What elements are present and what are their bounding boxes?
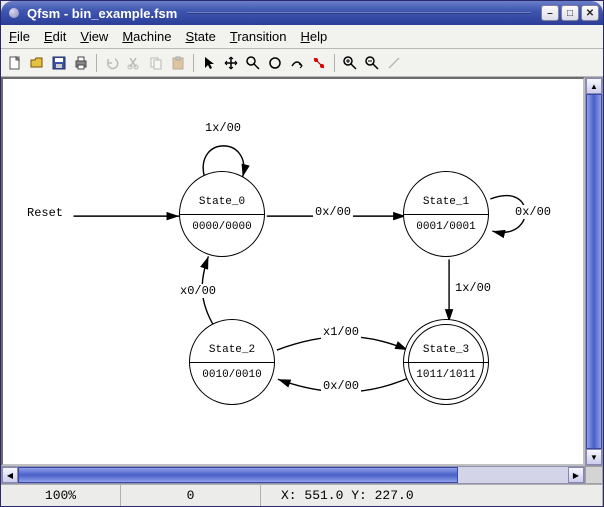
save-button[interactable]: [49, 53, 69, 73]
zoom-out-button[interactable]: [362, 53, 382, 73]
vertical-scrollbar[interactable]: ▲ ▼: [585, 77, 603, 466]
toolbar-separator: [193, 54, 194, 72]
new-file-icon: [7, 55, 23, 71]
transition-label[interactable]: 0x/00: [321, 379, 361, 393]
new-transition-icon: [289, 55, 305, 71]
state-code: 0001/0001: [416, 215, 475, 241]
menu-view[interactable]: View: [78, 27, 110, 46]
menu-help[interactable]: Help: [298, 27, 329, 46]
status-selection: 0: [121, 485, 261, 506]
menubar: File Edit View Machine State Transition …: [1, 25, 603, 49]
app-icon: [9, 8, 19, 18]
window-controls: – □ ✕: [541, 5, 599, 21]
diagram-canvas[interactable]: Reset State_0 0000/0000 State_1 0001/000…: [1, 77, 585, 466]
transition-label[interactable]: 1x/00: [453, 281, 493, 295]
scroll-thumb[interactable]: [586, 94, 602, 449]
state-name: State_3: [423, 336, 469, 362]
save-icon: [51, 55, 67, 71]
menu-transition[interactable]: Transition: [228, 27, 289, 46]
state-code: 0010/0010: [202, 363, 261, 389]
new-file-button[interactable]: [5, 53, 25, 73]
pan-icon: [223, 55, 239, 71]
copy-button: [146, 53, 166, 73]
state-code: 0000/0000: [192, 215, 251, 241]
scroll-track[interactable]: [18, 467, 568, 483]
scroll-left-icon[interactable]: ◀: [2, 467, 18, 483]
line-tool-icon: [386, 55, 402, 71]
pan-tool-button[interactable]: [221, 53, 241, 73]
diagram-edges: [3, 79, 583, 464]
new-state-icon: [267, 55, 283, 71]
state-divider: [404, 362, 488, 363]
undo-button: [102, 53, 122, 73]
zoom-out-icon: [364, 55, 380, 71]
undo-icon: [104, 55, 120, 71]
titlebar[interactable]: Qfsm - bin_example.fsm – □ ✕: [1, 1, 603, 25]
status-coords: X: 551.0 Y: 227.0: [261, 485, 603, 506]
paste-button: [168, 53, 188, 73]
window-title: Qfsm - bin_example.fsm: [27, 6, 177, 21]
status-zoom: 100%: [1, 485, 121, 506]
cut-icon: [126, 55, 142, 71]
menu-file[interactable]: File: [7, 27, 32, 46]
cut-button: [124, 53, 144, 73]
statusbar: 100% 0 X: 551.0 Y: 227.0: [1, 484, 603, 506]
workarea: Reset State_0 0000/0000 State_1 0001/000…: [1, 77, 603, 484]
transition-label[interactable]: 1x/00: [203, 121, 243, 135]
zoom-in-button[interactable]: [340, 53, 360, 73]
scroll-up-icon[interactable]: ▲: [586, 78, 602, 94]
menu-state[interactable]: State: [183, 27, 217, 46]
paste-icon: [170, 55, 186, 71]
minimize-button[interactable]: –: [541, 5, 559, 21]
scroll-down-icon[interactable]: ▼: [586, 449, 602, 465]
scroll-thumb[interactable]: [18, 467, 458, 483]
transition-label[interactable]: 0x/00: [513, 205, 553, 219]
print-icon: [73, 55, 89, 71]
menu-edit[interactable]: Edit: [42, 27, 68, 46]
toolbar-separator: [96, 54, 97, 72]
zoom-tool-button[interactable]: [243, 53, 263, 73]
state-name: State_0: [199, 188, 245, 214]
close-button[interactable]: ✕: [581, 5, 599, 21]
copy-icon: [148, 55, 164, 71]
state-node-2[interactable]: State_2 0010/0010: [189, 319, 275, 405]
transition-label[interactable]: x1/00: [321, 325, 361, 339]
state-node-3[interactable]: State_3 1011/1011: [403, 319, 489, 405]
state-code: 1011/1011: [416, 363, 475, 389]
magnifier-icon: [245, 55, 261, 71]
reset-label: Reset: [25, 206, 65, 220]
scroll-corner: [585, 466, 603, 484]
state-name: State_2: [209, 336, 255, 362]
toolbar: [1, 49, 603, 77]
horizontal-scrollbar[interactable]: ◀ ▶: [1, 466, 585, 484]
titlebar-decor: [187, 12, 531, 14]
state-name: State_1: [423, 188, 469, 214]
new-transition-button[interactable]: [287, 53, 307, 73]
state-node-1[interactable]: State_1 0001/0001: [403, 171, 489, 257]
menu-machine[interactable]: Machine: [120, 27, 173, 46]
transition-label[interactable]: x0/00: [178, 284, 218, 298]
line-tool-button: [384, 53, 404, 73]
state-node-0[interactable]: State_0 0000/0000: [179, 171, 265, 257]
maximize-button[interactable]: □: [561, 5, 579, 21]
app-window: Qfsm - bin_example.fsm – □ ✕ File Edit V…: [0, 0, 604, 507]
open-file-icon: [29, 55, 45, 71]
toolbar-separator: [334, 54, 335, 72]
simulate-button[interactable]: [309, 53, 329, 73]
new-state-button[interactable]: [265, 53, 285, 73]
pointer-icon: [201, 55, 217, 71]
select-tool-button[interactable]: [199, 53, 219, 73]
simulate-icon: [311, 55, 327, 71]
print-button[interactable]: [71, 53, 91, 73]
open-file-button[interactable]: [27, 53, 47, 73]
zoom-in-icon: [342, 55, 358, 71]
transition-label[interactable]: 0x/00: [313, 205, 353, 219]
scroll-right-icon[interactable]: ▶: [568, 467, 584, 483]
